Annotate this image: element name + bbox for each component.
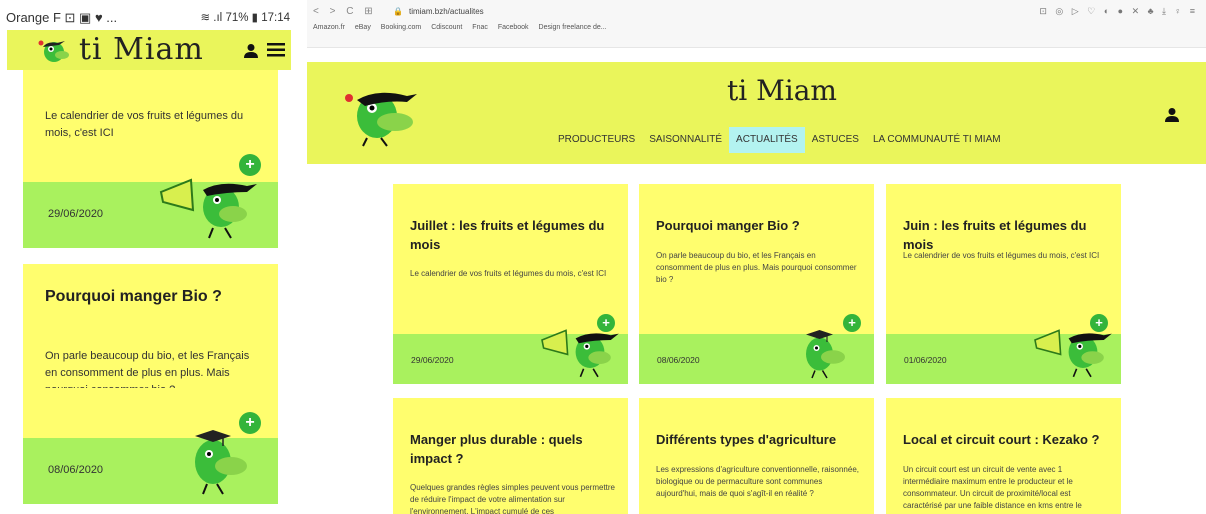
- site-header: ti Miam PRODUCTEURS SAISONNALITÉ ACTUALI…: [307, 62, 1206, 164]
- card-top: [393, 184, 628, 334]
- nav-item-communaute[interactable]: LA COMMUNAUTÉ TI MIAM: [866, 127, 1008, 153]
- url-text: timiam.bzh/actualites: [408, 7, 484, 16]
- browser-nav-buttons[interactable]: < > C ⊞: [313, 6, 377, 17]
- card-description: On parle beaucoup du bio, et les Françai…: [656, 251, 857, 284]
- browser-toolbar: < > C ⊞ 🔒 timiam.bzh/actualites ⊡ ◎ ▷ ♡ ◐…: [307, 0, 1206, 48]
- mobile-status-bar: Orange F ⊡ ▣ ♥ ... ≋ .ıl 71% ▮ 17:14: [0, 0, 300, 32]
- news-card[interactable]: Le calendrier de vos fruits et légumes d…: [23, 70, 278, 248]
- card-date: 29/06/2020: [411, 355, 454, 365]
- user-icon[interactable]: [243, 43, 259, 59]
- bookmarks-bar: Amazon.fr eBay Booking.com Cdiscount Fna…: [313, 24, 615, 31]
- main-nav: PRODUCTEURS SAISONNALITÉ ACTUALITÉS ASTU…: [551, 127, 1008, 153]
- carrier-name: Orange F ⊡ ▣ ♥ ...: [6, 10, 118, 25]
- card-title[interactable]: Pourquoi manger Bio ?: [656, 216, 861, 235]
- nav-item-actualites[interactable]: ACTUALITÉS: [729, 127, 805, 153]
- extension-icons[interactable]: ⊡ ◎ ▷ ♡ ◐ ● ✕ ♣ ⤓ ♀ ≡: [1039, 6, 1198, 17]
- card-title[interactable]: Manger plus durable : quels impact ?: [410, 430, 615, 468]
- battery-level: 71%: [225, 12, 249, 24]
- lock-icon: 🔒: [393, 7, 403, 16]
- news-card[interactable]: Différents types d'agriculture Les expre…: [639, 398, 874, 514]
- card-title[interactable]: Juillet : les fruits et légumes du mois: [410, 216, 615, 254]
- screenshot-root: Orange F ⊡ ▣ ♥ ... ≋ .ıl 71% ▮ 17:14 ti …: [0, 0, 1206, 514]
- graduate-bird-icon: [195, 430, 247, 495]
- card-description: Le calendrier de vos fruits et légumes d…: [903, 251, 1100, 260]
- nav-item-saisonnalite[interactable]: SAISONNALITÉ: [642, 127, 729, 153]
- site-logo[interactable]: ti Miam: [79, 32, 204, 67]
- bookmark-item[interactable]: Facebook: [498, 24, 529, 31]
- battery-icon: ▮: [251, 12, 259, 24]
- site-logo[interactable]: ti Miam: [727, 74, 837, 107]
- card-title[interactable]: Juin : les fruits et légumes du mois: [903, 216, 1108, 254]
- news-card[interactable]: Manger plus durable : quels impact ? Que…: [393, 398, 628, 514]
- mobile-view: Orange F ⊡ ▣ ♥ ... ≋ .ıl 71% ▮ 17:14 ti …: [0, 0, 300, 514]
- card-date: 01/06/2020: [904, 355, 947, 365]
- news-card[interactable]: Juin : les fruits et légumes du mois Le …: [886, 184, 1121, 384]
- mobile-site-header: ti Miam: [7, 30, 291, 70]
- bird-logo-icon[interactable]: [337, 78, 421, 148]
- news-card[interactable]: Juillet : les fruits et légumes du mois …: [393, 184, 628, 384]
- card-description: Le calendrier de vos fruits et légumes d…: [45, 110, 244, 139]
- card-date: 08/06/2020: [657, 355, 700, 365]
- signal-icon: ≋ .ıl: [200, 12, 223, 24]
- graduate-bird-icon: [806, 330, 845, 379]
- megaphone-bird-icon: [541, 329, 619, 378]
- nav-item-producteurs[interactable]: PRODUCTEURS: [551, 127, 642, 153]
- bookmark-item[interactable]: Cdiscount: [431, 24, 462, 31]
- card-title[interactable]: Différents types d'agriculture: [656, 430, 861, 449]
- nav-item-astuces[interactable]: ASTUCES: [805, 127, 866, 153]
- card-description: Le calendrier de vos fruits et légumes d…: [410, 269, 607, 278]
- megaphone-bird-icon: [159, 178, 257, 239]
- clock: 17:14: [261, 12, 290, 24]
- hamburger-menu-icon[interactable]: [267, 43, 285, 57]
- card-date: 29/06/2020: [48, 208, 104, 220]
- news-card[interactable]: Local et circuit court : Kezako ? Un cir…: [886, 398, 1121, 514]
- bookmark-item[interactable]: Amazon.fr: [313, 24, 345, 31]
- card-title[interactable]: Pourquoi manger Bio ?: [45, 288, 222, 306]
- news-card[interactable]: Pourquoi manger Bio ? On parle beaucoup …: [639, 184, 874, 384]
- card-date: 08/06/2020: [48, 464, 104, 476]
- notification-icons: ⊡ ▣ ♥ ...: [64, 10, 118, 25]
- bookmark-item[interactable]: eBay: [355, 24, 371, 31]
- card-description: Un circuit court est un circuit de vente…: [903, 465, 1082, 510]
- status-right: ≋ .ıl 71% ▮ 17:14: [200, 10, 290, 24]
- desktop-browser: < > C ⊞ 🔒 timiam.bzh/actualites ⊡ ◎ ▷ ♡ ◐…: [307, 0, 1206, 514]
- bookmark-item[interactable]: Fnac: [472, 24, 488, 31]
- bookmark-item[interactable]: Booking.com: [381, 24, 421, 31]
- card-description: Quelques grandes règles simples peuvent …: [410, 483, 615, 514]
- card-title[interactable]: Local et circuit court : Kezako ?: [903, 430, 1108, 449]
- address-bar[interactable]: 🔒 timiam.bzh/actualites: [393, 7, 484, 16]
- bookmark-item[interactable]: Design freelance de...: [539, 24, 607, 31]
- card-description: Les expressions d'agriculture convention…: [656, 465, 859, 498]
- card-description: On parle beaucoup du bio, et les Françai…: [45, 350, 250, 388]
- user-icon[interactable]: [1164, 107, 1180, 123]
- news-card[interactable]: Pourquoi manger Bio ? On parle beaucoup …: [23, 264, 278, 504]
- megaphone-bird-icon: [1034, 329, 1112, 378]
- bird-logo-icon: [38, 40, 69, 62]
